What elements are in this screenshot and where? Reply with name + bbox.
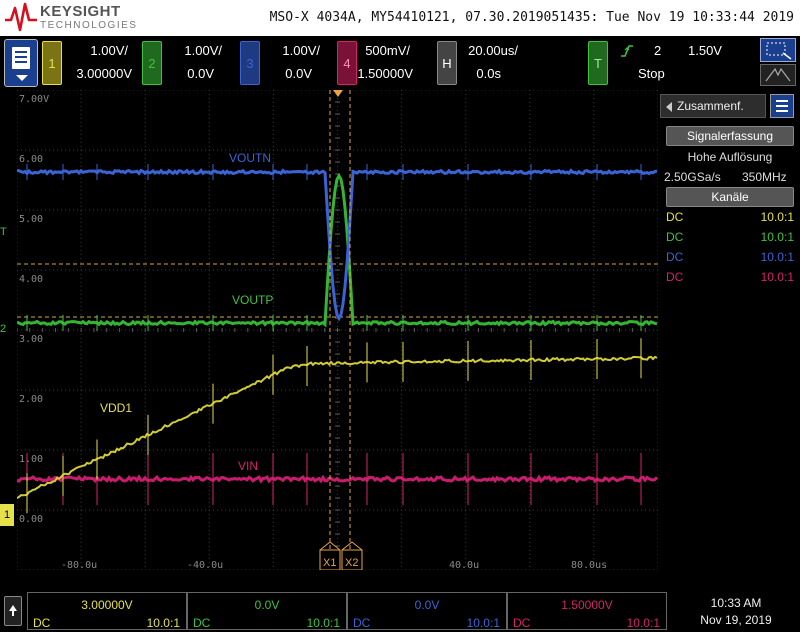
channel-1-ground-marker[interactable]: 1: [0, 504, 14, 526]
clock-time: 10:33 AM: [710, 596, 762, 610]
y-axis-label: 7.00V: [19, 94, 49, 105]
horizontal-scale: 20.00us/: [468, 43, 518, 58]
offset-value: 1.50000V: [561, 598, 613, 612]
horizontal-position: 0.0s: [476, 66, 501, 81]
y-axis-label: 4.00: [19, 274, 43, 285]
y-axis-label: 5.00: [19, 214, 43, 225]
offset-value: 3.00000V: [81, 598, 133, 612]
voutp-label: VOUTP: [232, 293, 273, 307]
main-menu-button[interactable]: [4, 39, 38, 87]
channels-button[interactable]: Kanäle: [666, 187, 794, 207]
channel-4-offset: 1.50000V: [357, 66, 413, 81]
panel-menu-button[interactable]: [770, 94, 794, 118]
coupling: DC: [353, 616, 371, 630]
channel-2-summary[interactable]: 0.0V DC 10.0:1: [187, 592, 347, 630]
channel-3-scale: 1.00V/: [282, 43, 320, 58]
channel-2-ground-marker[interactable]: 2: [0, 322, 14, 336]
clock: 10:33 AM Nov 19, 2019: [676, 596, 796, 627]
brand-name: KEYSIGHT: [40, 3, 121, 20]
acquisition-button[interactable]: Signalerfassung: [666, 126, 794, 146]
cursor-x2-label: X2: [345, 557, 358, 569]
probe-ratio: 10.0:1: [466, 616, 500, 630]
instrument-info: MSO-X 4034A, MY54410121, 07.30.201905143…: [269, 10, 794, 25]
coupling: DC: [666, 250, 684, 264]
chevron-down-icon: [16, 75, 28, 81]
trigger-button[interactable]: T: [588, 41, 608, 85]
coupling: DC: [666, 230, 684, 244]
channel-4-scale: 500mV/: [365, 43, 410, 58]
channel-bar: 1 1.00V/ 3.00000V 2 1.00V/ 0.0V 3 1.00V/…: [0, 36, 800, 90]
channel-3-summary[interactable]: 0.0V DC 10.0:1: [347, 592, 507, 630]
coupling: DC: [33, 616, 51, 630]
sample-rate: 2.50GSa/s: [664, 170, 721, 184]
cursor-x2-marker[interactable]: X2: [341, 541, 363, 570]
chevron-left-icon: [666, 102, 672, 112]
waveform-display[interactable]: 7.00V 6.00 5.00 4.00 3.00 2.00 1.00 0.00 -80.0u…: [17, 90, 658, 570]
trigger-source: 2: [654, 43, 662, 58]
bandwidth: 350MHz: [742, 170, 787, 184]
vin-label: VIN: [238, 459, 258, 473]
x-axis-label: 40.0u: [449, 560, 479, 570]
keysight-logo: KEYSIGHT TECHNOLOGIES: [4, 2, 138, 34]
channel-1-scale: 1.00V/: [90, 43, 128, 58]
x-axis-label: -40.0u: [187, 560, 223, 570]
zoom-select-icon: [766, 42, 792, 60]
measure-button[interactable]: [760, 64, 796, 86]
offset-value: 0.0V: [414, 598, 440, 612]
trigger-position-marker[interactable]: [333, 90, 343, 97]
voutn-trace: [17, 168, 658, 322]
x-axis-label: 80.0us: [571, 560, 607, 570]
y-axis-label: 6.00: [19, 154, 43, 165]
run-state: Stop: [638, 66, 665, 81]
voutn-label: VOUTN: [229, 151, 271, 165]
coupling: DC: [193, 616, 211, 630]
channel-2-offset: 0.0V: [187, 66, 214, 81]
channel-1-offset: 3.00000V: [76, 66, 132, 81]
coupling: DC: [513, 616, 531, 630]
channel-4-summary[interactable]: 1.50000V DC 10.0:1: [507, 592, 667, 630]
channel-3-offset: 0.0V: [285, 66, 312, 81]
coupling: DC: [666, 270, 684, 284]
acquisition-mode: Hohe Auflösung: [687, 150, 773, 164]
document-menu-icon: [12, 47, 30, 69]
probe-ratio: 10.0:1: [146, 616, 180, 630]
summary-tab-label: Zusammenf.: [677, 99, 744, 113]
y-axis-label: 0.00: [19, 514, 43, 525]
panel-channel-row: DC 10.0:1: [666, 210, 794, 224]
y-axis-label: 1.00: [19, 454, 43, 465]
measure-icon: [765, 67, 791, 82]
coupling: DC: [666, 210, 684, 224]
zoom-button[interactable]: [760, 38, 796, 62]
rising-edge-icon: [621, 45, 633, 57]
panel-channel-row: DC 10.0:1: [666, 250, 794, 264]
brand-subtitle: TECHNOLOGIES: [40, 20, 138, 31]
vin-trace: [17, 474, 658, 484]
trigger-level-marker[interactable]: T: [0, 226, 7, 238]
channel-2-scale: 1.00V/: [184, 43, 222, 58]
panel-channel-row: DC 10.0:1: [666, 270, 794, 284]
expand-button[interactable]: [4, 596, 22, 626]
header-bar: KEYSIGHT TECHNOLOGIES MSO-X 4034A, MY544…: [0, 0, 800, 36]
waveform-canvas: 7.00V 6.00 5.00 4.00 3.00 2.00 1.00 0.00 -80.0u…: [17, 90, 658, 570]
probe-ratio: 10.0:1: [760, 270, 794, 284]
probe-ratio: 10.0:1: [626, 616, 660, 630]
probe-ratio: 10.0:1: [760, 230, 794, 244]
summary-tab[interactable]: Zusammenf.: [660, 94, 766, 118]
trigger-level: 1.50V: [688, 43, 722, 58]
clock-date: Nov 19, 2019: [700, 613, 772, 627]
keysight-wave-icon: [5, 2, 37, 32]
probe-ratio: 10.0:1: [760, 210, 794, 224]
x-axis-label: -80.0u: [61, 560, 97, 570]
y-axis-label: 2.00: [19, 394, 43, 405]
probe-ratio: 10.0:1: [760, 250, 794, 264]
vdd1-label: VDD1: [100, 401, 132, 415]
probe-ratio: 10.0:1: [306, 616, 340, 630]
offset-value: 0.0V: [254, 598, 280, 612]
bottom-bar: 3.00000V DC 10.0:1 0.0V DC 10.0:1 0.0V DC 10.0:1…: [0, 590, 800, 632]
summary-panel: Zusammenf. Signalerfassung Hohe Auflösun…: [660, 92, 800, 572]
channel-1-summary[interactable]: 3.00000V DC 10.0:1: [27, 592, 187, 630]
panel-channel-row: DC 10.0:1: [666, 230, 794, 244]
y-axis-label: 3.00: [19, 334, 43, 345]
cursor-x1-label: X1: [323, 557, 336, 569]
